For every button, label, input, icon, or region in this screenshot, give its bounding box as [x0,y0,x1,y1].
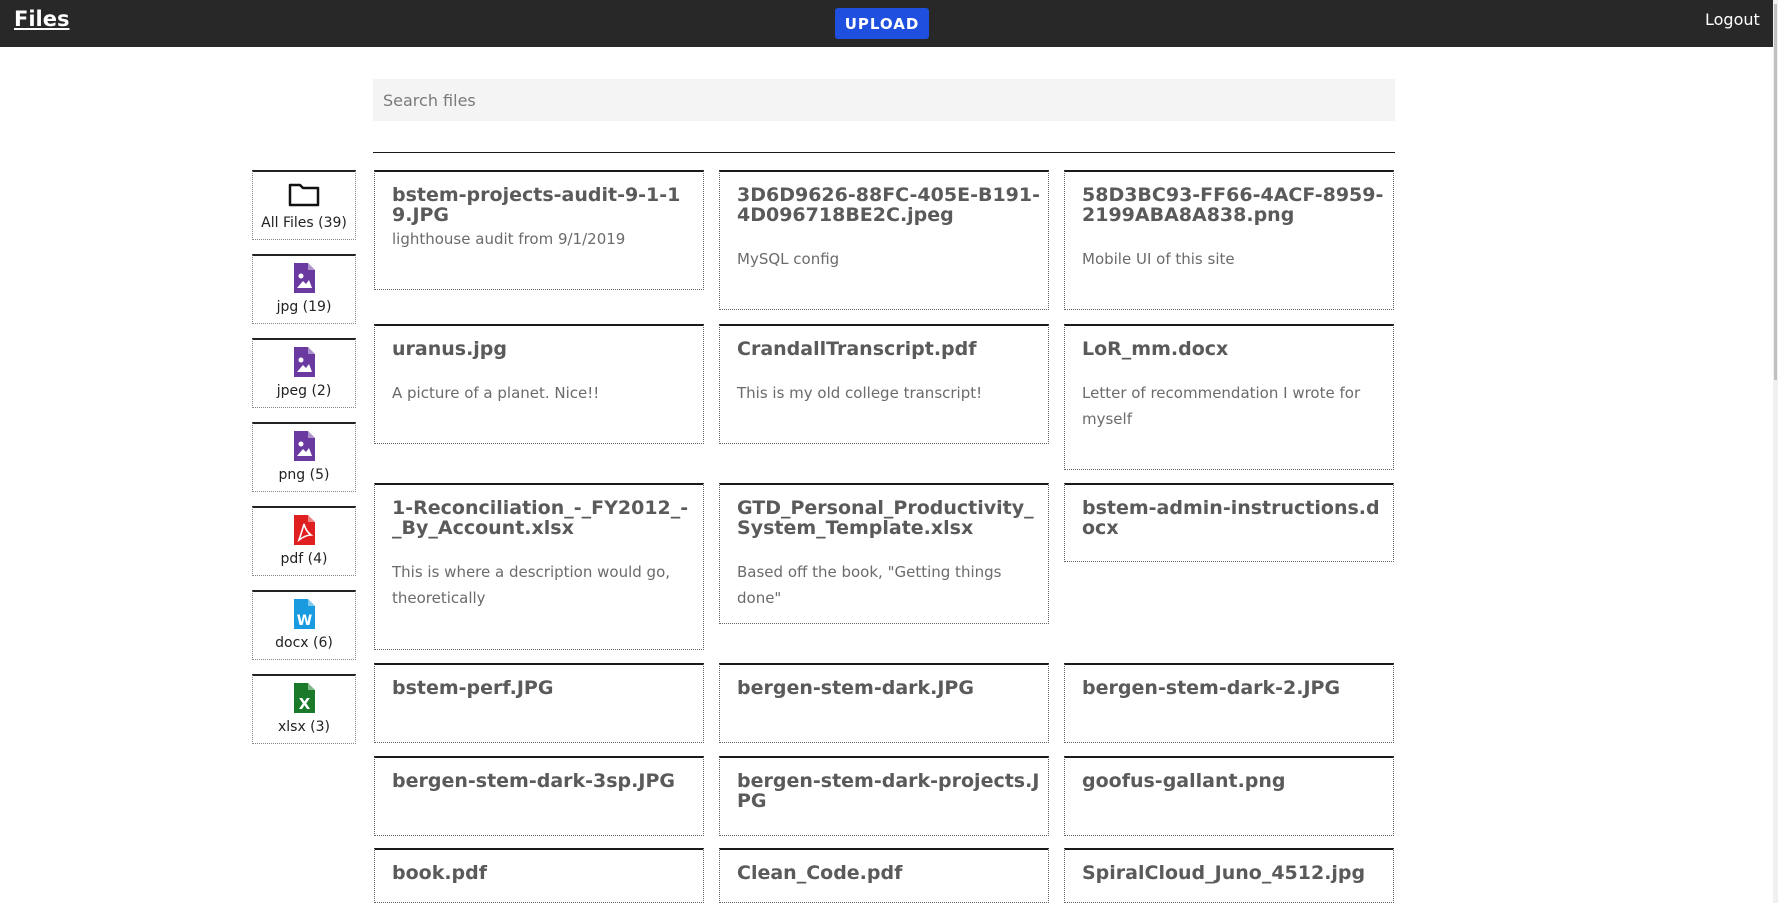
svg-text:X: X [299,695,311,713]
word-file-icon: W [253,598,355,630]
file-card[interactable]: uranus.jpg A picture of a planet. Nice!! [374,324,704,444]
file-card[interactable]: bergen-stem-dark-2.JPG [1064,663,1394,743]
file-description: lighthouse audit from 9/1/2019 [392,230,626,248]
file-description: This is where a description would go, th… [392,563,671,607]
file-name: uranus.jpg [392,338,508,360]
file-name: 58D3BC93-FF66-4ACF-8959-2199ABA8A838.png [1082,184,1384,226]
sidebar-item[interactable]: Xxlsx (3) [252,674,356,744]
file-description: Based off the book, "Getting things done… [737,563,1002,607]
file-description: A picture of a planet. Nice!! [392,384,600,402]
sidebar-item-label: jpg (19) [276,299,332,315]
file-name: bstem-perf.JPG [392,677,554,699]
sidebar-item-label: xlsx (3) [277,719,331,735]
sidebar-item[interactable]: All Files (39) [252,170,356,240]
image-file-icon [253,262,355,294]
sidebar-item[interactable]: Wdocx (6) [252,590,356,660]
sidebar-item-label: png (5) [278,467,330,483]
file-card[interactable]: LoR_mm.docx Letter of recommendation I wr… [1064,324,1394,470]
image-file-icon [253,430,355,462]
file-card[interactable]: 1-Reconciliation_-_FY2012_-_By_Account.x… [374,483,704,650]
file-description: Mobile UI of this site [1082,250,1235,268]
svg-text:W: W [297,613,312,629]
upload-button[interactable]: UPLOAD [835,8,929,39]
sidebar-item-label: jpeg (2) [276,383,332,399]
scrollbar-thumb[interactable] [1774,4,1777,380]
sidebar-item[interactable]: jpg (19) [252,254,356,324]
file-card[interactable]: goofus-gallant.png [1064,756,1394,836]
excel-file-icon: X [253,682,355,714]
file-description: This is my old college transcript! [737,384,983,402]
file-card[interactable]: Clean_Code.pdf [719,848,1049,903]
folder-icon [253,178,355,210]
file-card[interactable]: bergen-stem-dark-3sp.JPG [374,756,704,836]
brand-link[interactable]: Files [14,7,69,31]
sidebar-item[interactable]: png (5) [252,422,356,492]
file-card[interactable]: bergen-stem-dark-projects.JPG [719,756,1049,836]
sidebar-item[interactable]: jpeg (2) [252,338,356,408]
file-card[interactable]: bergen-stem-dark.JPG [719,663,1049,743]
pdf-file-icon [253,514,355,546]
file-name: bergen-stem-dark.JPG [737,677,974,699]
top-nav-bar: Files UPLOAD Logout [0,0,1773,47]
file-name: book.pdf [392,862,488,884]
search-input[interactable] [373,79,1395,121]
file-name: GTD_Personal_Productivity_System_Templat… [737,497,1034,539]
sidebar-item-label: All Files (39) [261,215,347,231]
file-name: Clean_Code.pdf [737,862,903,884]
file-card[interactable]: bstem-admin-instructions.docx [1064,483,1394,562]
image-file-icon [253,346,355,378]
logout-link[interactable]: Logout [1705,10,1760,29]
file-card[interactable]: GTD_Personal_Productivity_System_Templat… [719,483,1049,624]
file-name: 1-Reconciliation_-_FY2012_-_By_Account.x… [392,497,689,539]
file-description: Letter of recommendation I wrote for mys… [1082,384,1361,428]
file-description: MySQL config [737,250,840,268]
sidebar-item[interactable]: pdf (4) [252,506,356,576]
file-name: LoR_mm.docx [1082,338,1229,360]
sidebar-item-label: pdf (4) [280,551,328,567]
file-card[interactable]: 58D3BC93-FF66-4ACF-8959-2199ABA8A838.png… [1064,170,1394,310]
file-card[interactable]: book.pdf [374,848,704,903]
file-name: bstem-admin-instructions.docx [1082,497,1380,539]
file-name: SpiralCloud_Juno_4512.jpg [1082,862,1366,884]
file-name: bergen-stem-dark-3sp.JPG [392,770,675,792]
sidebar-item-label: docx (6) [275,635,333,651]
file-card[interactable]: CrandallTranscript.pdf This is my old col… [719,324,1049,444]
file-name: bergen-stem-dark-projects.JPG [737,770,1040,812]
file-card[interactable]: bstem-perf.JPG [374,663,704,743]
file-card[interactable]: bstem-projects-audit-9-1-19.JPG lighthous… [374,170,704,290]
file-name: CrandallTranscript.pdf [737,338,977,360]
file-name: bstem-projects-audit-9-1-19.JPG [392,184,681,226]
file-name: bergen-stem-dark-2.JPG [1082,677,1341,699]
file-card[interactable]: SpiralCloud_Juno_4512.jpg [1064,848,1394,903]
divider [373,152,1395,153]
file-name: 3D6D9626-88FC-405E-B191-4D096718BE2C.jpe… [737,184,1040,226]
file-card[interactable]: 3D6D9626-88FC-405E-B191-4D096718BE2C.jpe… [719,170,1049,310]
file-name: goofus-gallant.png [1082,770,1286,792]
